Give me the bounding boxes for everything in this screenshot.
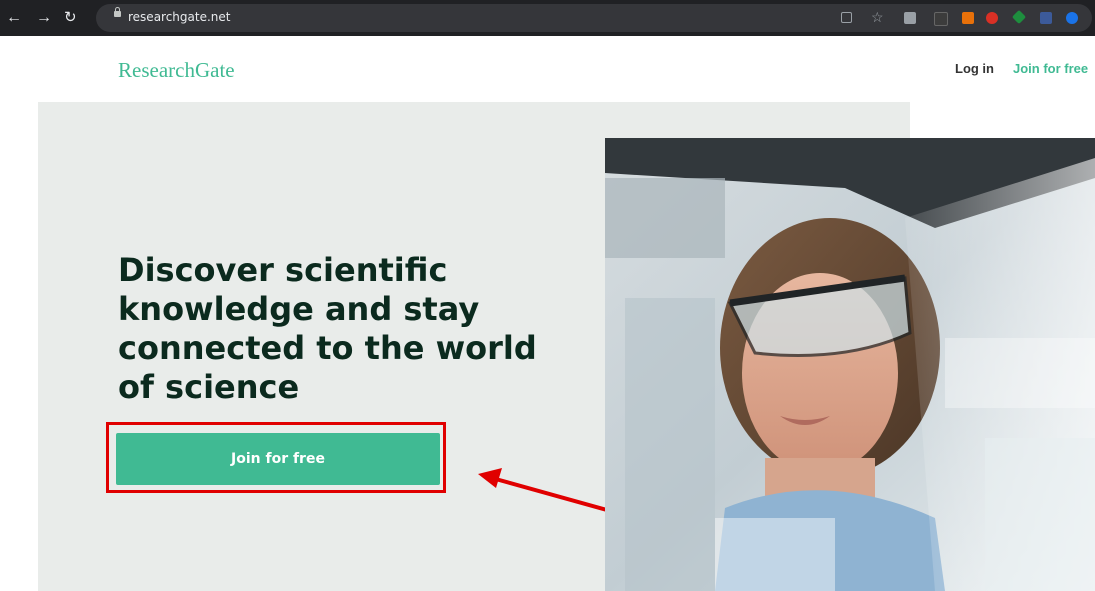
extension-icon[interactable] — [1040, 12, 1052, 24]
reload-icon[interactable]: ↻ — [64, 9, 77, 27]
lock-icon[interactable] — [114, 7, 121, 17]
login-link[interactable]: Log in — [955, 61, 994, 76]
url-text[interactable]: researchgate.net — [128, 10, 230, 24]
star-icon[interactable]: ☆ — [871, 9, 884, 26]
extension-icon[interactable] — [1011, 9, 1027, 25]
scientist-photo — [605, 138, 1095, 591]
share-icon[interactable] — [841, 12, 852, 23]
back-arrow-icon[interactable]: ← — [6, 9, 22, 27]
extension-icon[interactable] — [904, 12, 916, 24]
annotation-highlight-box — [106, 422, 446, 493]
address-bar[interactable]: researchgate.net ☆ — [96, 4, 1092, 32]
profile-avatar-icon[interactable] — [1066, 12, 1078, 24]
hero-headline: Discover scientific knowledge and stay c… — [118, 251, 537, 406]
extension-icon[interactable] — [934, 12, 948, 26]
browser-toolbar: ← → ↻ researchgate.net ☆ — [0, 0, 1095, 36]
researchgate-logo[interactable]: ResearchGate — [118, 58, 235, 83]
extension-icon[interactable] — [986, 12, 998, 24]
forward-arrow-icon[interactable]: → — [36, 9, 52, 27]
site-header: ResearchGate Log in Join for free — [0, 36, 1095, 102]
extension-icon[interactable] — [962, 12, 974, 24]
join-for-free-link[interactable]: Join for free — [1013, 61, 1088, 76]
